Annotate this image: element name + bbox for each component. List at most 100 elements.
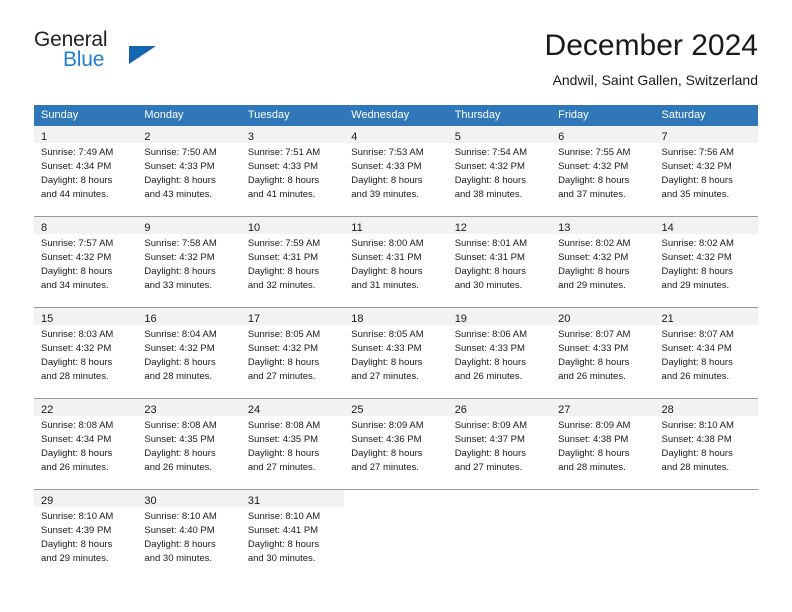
day-cell-23[interactable]: 23 Sunrise: 8:08 AM Sunset: 4:35 PM Dayligh… xyxy=(137,399,241,489)
day-details xyxy=(551,507,654,510)
day-details: Sunrise: 8:05 AM Sunset: 4:33 PM Daylight:… xyxy=(344,325,447,384)
day-cell-13[interactable]: 13 Sunrise: 8:02 AM Sunset: 4:32 PM Dayligh… xyxy=(551,217,655,307)
calendar-day-cell: 11 Sunrise: 8:00 AM Sunset: 4:31 PM Dayligh… xyxy=(344,216,448,308)
day-cell-19[interactable]: 19 Sunrise: 8:06 AM Sunset: 4:33 PM Dayligh… xyxy=(447,308,552,398)
day-cell-15[interactable]: 15 Sunrise: 8:03 AM Sunset: 4:32 PM Dayligh… xyxy=(34,308,138,398)
sunset-text: Sunset: 4:38 PM xyxy=(558,434,629,445)
day-details: Sunrise: 7:54 AM Sunset: 4:32 PM Daylight:… xyxy=(448,143,551,202)
sunset-text: Sunset: 4:32 PM xyxy=(144,252,215,263)
day-cell-10[interactable]: 10 Sunrise: 7:59 AM Sunset: 4:31 PM Dayligh… xyxy=(240,217,345,307)
day-cell-21[interactable]: 21 Sunrise: 8:07 AM Sunset: 4:34 PM Dayligh… xyxy=(654,308,758,398)
day-cell-4[interactable]: 4 Sunrise: 7:53 AM Sunset: 4:33 PM Daylight… xyxy=(344,126,448,216)
daylight-text-line1: Daylight: 8 hours xyxy=(454,175,526,186)
day-number: 13 xyxy=(558,222,571,234)
calendar-day-cell: 6 Sunrise: 7:55 AM Sunset: 4:32 PM Daylight… xyxy=(551,126,655,217)
day-cell-11[interactable]: 11 Sunrise: 8:00 AM Sunset: 4:31 PM Dayligh… xyxy=(344,217,448,307)
day-cell-1[interactable]: 1 Sunrise: 7:49 AM Sunset: 4:34 PM Daylight… xyxy=(34,126,138,216)
day-number-band: 2 xyxy=(137,126,241,143)
daylight-text-line2: and 29 minutes. xyxy=(661,280,730,291)
sunrise-text: Sunrise: 7:54 AM xyxy=(454,147,528,158)
day-details: Sunrise: 8:10 AM Sunset: 4:40 PM Daylight:… xyxy=(137,507,240,566)
day-cell-27[interactable]: 27 Sunrise: 8:09 AM Sunset: 4:38 PM Dayligh… xyxy=(551,399,655,489)
day-cell-18[interactable]: 18 Sunrise: 8:05 AM Sunset: 4:33 PM Dayligh… xyxy=(344,308,448,398)
day-number: 18 xyxy=(351,313,364,325)
daylight-text-line1: Daylight: 8 hours xyxy=(661,357,733,368)
sunrise-text: Sunrise: 8:02 AM xyxy=(558,238,631,249)
day-details: Sunrise: 8:08 AM Sunset: 4:34 PM Daylight:… xyxy=(34,416,137,475)
day-cell-2[interactable]: 2 Sunrise: 7:50 AM Sunset: 4:33 PM Daylight… xyxy=(137,126,241,216)
weekday-header-sunday: Sunday xyxy=(34,105,138,126)
sunrise-text: Sunrise: 8:07 AM xyxy=(558,329,631,340)
daylight-text-line2: and 26 minutes. xyxy=(144,462,213,473)
sunset-text: Sunset: 4:34 PM xyxy=(661,343,732,354)
sunset-text: Sunset: 4:32 PM xyxy=(41,343,112,354)
day-cell-25[interactable]: 25 Sunrise: 8:09 AM Sunset: 4:36 PM Dayligh… xyxy=(344,399,448,489)
day-cell-3[interactable]: 3 Sunrise: 7:51 AM Sunset: 4:33 PM Daylight… xyxy=(240,126,345,216)
day-cell-14[interactable]: 14 Sunrise: 8:02 AM Sunset: 4:32 PM Dayligh… xyxy=(654,217,758,307)
day-cell-30[interactable]: 30 Sunrise: 8:10 AM Sunset: 4:40 PM Dayligh… xyxy=(137,490,241,580)
sunrise-text: Sunrise: 8:05 AM xyxy=(247,329,321,340)
calendar-day-cell: 28 Sunrise: 8:10 AM Sunset: 4:38 PM Dayligh… xyxy=(654,398,758,490)
sunset-text: Sunset: 4:36 PM xyxy=(351,434,422,445)
day-details: Sunrise: 8:08 AM Sunset: 4:35 PM Daylight:… xyxy=(137,416,240,475)
day-cell-9[interactable]: 9 Sunrise: 7:58 AM Sunset: 4:32 PM Daylight… xyxy=(137,217,241,307)
day-number-band: 12 xyxy=(447,217,552,234)
day-number: 10 xyxy=(247,222,261,234)
triangle-icon xyxy=(129,46,156,64)
day-details: Sunrise: 7:56 AM Sunset: 4:32 PM Daylight:… xyxy=(655,143,758,202)
day-cell-6[interactable]: 6 Sunrise: 7:55 AM Sunset: 4:32 PM Daylight… xyxy=(551,126,655,216)
day-cell-12[interactable]: 12 Sunrise: 8:01 AM Sunset: 4:31 PM Dayligh… xyxy=(447,217,552,307)
day-cell-22[interactable]: 22 Sunrise: 8:08 AM Sunset: 4:34 PM Dayligh… xyxy=(34,399,138,489)
day-number-band xyxy=(551,490,654,507)
calendar-week-row: 1 Sunrise: 7:49 AM Sunset: 4:34 PM Daylight… xyxy=(34,126,758,217)
day-number: 14 xyxy=(661,222,674,234)
day-cell-24[interactable]: 24 Sunrise: 8:08 AM Sunset: 4:35 PM Dayligh… xyxy=(240,399,345,489)
sunset-text: Sunset: 4:31 PM xyxy=(351,252,422,263)
daylight-text-line2: and 44 minutes. xyxy=(41,189,109,200)
daylight-text-line1: Daylight: 8 hours xyxy=(41,357,113,368)
sunrise-text: Sunrise: 8:10 AM xyxy=(144,511,217,522)
calendar-day-cell: 2 Sunrise: 7:50 AM Sunset: 4:33 PM Daylight… xyxy=(137,126,241,217)
day-cell-7[interactable]: 7 Sunrise: 7:56 AM Sunset: 4:32 PM Daylight… xyxy=(654,126,758,216)
calendar-day-cell: 25 Sunrise: 8:09 AM Sunset: 4:36 PM Dayligh… xyxy=(344,398,448,490)
daylight-text-line2: and 31 minutes. xyxy=(351,280,419,291)
sunset-text: Sunset: 4:35 PM xyxy=(144,434,215,445)
daylight-text-line2: and 30 minutes. xyxy=(144,553,213,564)
day-number: 9 xyxy=(144,222,151,234)
day-cell-8[interactable]: 8 Sunrise: 7:57 AM Sunset: 4:32 PM Daylight… xyxy=(34,217,138,307)
day-cell-28[interactable]: 28 Sunrise: 8:10 AM Sunset: 4:38 PM Dayligh… xyxy=(654,399,758,489)
day-cell-31[interactable]: 31 Sunrise: 8:10 AM Sunset: 4:41 PM Dayligh… xyxy=(240,490,345,580)
day-cell-empty xyxy=(551,490,654,580)
sunrise-text: Sunrise: 8:00 AM xyxy=(351,238,424,249)
sunrise-text: Sunrise: 7:50 AM xyxy=(144,147,217,158)
day-number-band: 1 xyxy=(34,126,138,143)
sunset-text: Sunset: 4:33 PM xyxy=(247,161,319,172)
day-number: 1 xyxy=(41,131,48,143)
daylight-text-line2: and 27 minutes. xyxy=(454,462,523,473)
weekday-header-saturday: Saturday xyxy=(654,105,758,126)
weekday-header-monday: Monday xyxy=(137,105,241,126)
day-cell-empty xyxy=(344,490,447,580)
daylight-text-line1: Daylight: 8 hours xyxy=(41,266,113,277)
calendar-day-cell: 29 Sunrise: 8:10 AM Sunset: 4:39 PM Dayligh… xyxy=(34,489,138,580)
day-cell-26[interactable]: 26 Sunrise: 8:09 AM Sunset: 4:37 PM Dayligh… xyxy=(447,399,552,489)
sunset-text: Sunset: 4:33 PM xyxy=(351,343,422,354)
day-details: Sunrise: 7:58 AM Sunset: 4:32 PM Daylight:… xyxy=(137,234,240,293)
day-cell-empty xyxy=(448,490,551,580)
day-cell-20[interactable]: 20 Sunrise: 8:07 AM Sunset: 4:33 PM Dayligh… xyxy=(551,308,655,398)
daylight-text-line2: and 32 minutes. xyxy=(247,280,316,291)
day-number-band: 31 xyxy=(240,490,345,507)
sunrise-text: Sunrise: 7:55 AM xyxy=(558,147,631,158)
day-cell-29[interactable]: 29 Sunrise: 8:10 AM Sunset: 4:39 PM Dayligh… xyxy=(34,490,138,580)
day-details: Sunrise: 8:08 AM Sunset: 4:35 PM Daylight:… xyxy=(241,416,344,475)
calendar-day-cell: 23 Sunrise: 8:08 AM Sunset: 4:35 PM Dayligh… xyxy=(137,398,241,490)
daylight-text-line2: and 30 minutes. xyxy=(247,553,316,564)
day-cell-17[interactable]: 17 Sunrise: 8:05 AM Sunset: 4:32 PM Dayligh… xyxy=(240,308,345,398)
daylight-text-line1: Daylight: 8 hours xyxy=(351,357,423,368)
daylight-text-line1: Daylight: 8 hours xyxy=(351,175,423,186)
day-cell-16[interactable]: 16 Sunrise: 8:04 AM Sunset: 4:32 PM Dayligh… xyxy=(137,308,241,398)
day-number-band: 21 xyxy=(654,308,758,325)
page-title: December 2024 xyxy=(544,29,758,62)
day-cell-5[interactable]: 5 Sunrise: 7:54 AM Sunset: 4:32 PM Daylight… xyxy=(447,126,552,216)
day-number-band: 3 xyxy=(240,126,345,143)
